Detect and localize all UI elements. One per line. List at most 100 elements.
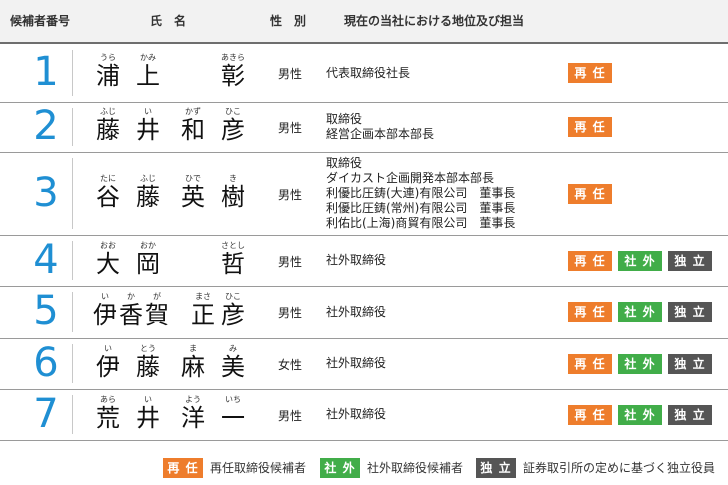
column-divider [72,292,73,332]
column-divider [72,395,73,434]
name-kanji: 和 [181,116,205,144]
table-row: 1 うら浦かみ上 あきら彰 男性 代表取締役社長 再 任 [0,44,728,102]
legend-label: 再任取締役候補者 [210,461,307,475]
name-character: あきら彰 [216,52,250,89]
reappointment-badge: 再 任 [568,117,612,137]
reappointment-badge: 再 任 [568,302,612,322]
header-number: 候補者番号 [10,14,71,28]
name-character: とう藤 [131,343,165,380]
independent-badge: 独 立 [668,251,712,271]
candidate-position: 取締役 経営企画本部本部長 [326,112,434,142]
position-line: 取締役 [326,112,363,126]
name-character: あら荒 [91,394,125,431]
name-character: が賀 [140,291,174,328]
position-line: 取締役 [326,156,363,170]
column-divider [72,158,73,229]
name-kanji: 樹 [221,183,245,211]
name-character: かず和 [176,106,210,143]
independent-badge: 独 立 [668,354,712,374]
candidate-position: 取締役 ダイカスト企画開発本部本部長 利優比圧鋳(大連)有限公司 董事長 利優比圧鋳(… [326,156,515,231]
table-row: 3 たに谷ふじ藤ひで英き樹 男性 取締役 ダイカスト企画開発本部本部長 利優比圧鋳(大連)… [0,152,728,235]
independent-badge: 独 立 [668,302,712,322]
reappointment-badge: 再 任 [568,184,612,204]
name-character: ま麻 [176,343,210,380]
candidate-gender: 男性 [278,188,303,202]
name-character: うら浦 [91,52,125,89]
name-character: たに谷 [91,173,125,210]
outside-badge: 社 外 [618,354,662,374]
name-character: まさ正 [186,291,220,328]
name-kanji: 彰 [221,62,245,90]
candidate-position: 社外取締役 [326,356,386,371]
name-kanji: 英 [181,183,205,211]
candidate-number: 1 [33,49,59,95]
reappointment-badge: 再 任 [568,251,612,271]
name-character: ひこ彦 [216,291,250,328]
name-character: い井 [131,394,165,431]
name-kanji: 大 [96,250,120,278]
position-line: 代表取締役社長 [326,66,411,80]
name-kanji: 哲 [221,250,245,278]
name-kanji: 麻 [181,353,205,381]
column-divider [72,344,73,383]
name-kanji: 藤 [136,353,160,381]
table-row: 5 い伊か香が賀まさ正ひこ彦男性 社外取締役再 任社 外独 立 [0,286,728,338]
name-kanji: 井 [136,116,160,144]
name-kanji: 賀 [145,301,169,329]
candidate-gender: 男性 [278,255,303,269]
candidate-number: 6 [33,340,59,386]
row-divider [0,440,728,441]
legend-label: 証券取引所の定めに基づく独立役員 [523,461,716,475]
reappointment-badge: 再 任 [163,458,203,478]
name-character: ふじ藤 [91,106,125,143]
candidate-position: 社外取締役 [326,305,386,320]
name-kanji: 藤 [136,183,160,211]
position-line: 社外取締役 [326,356,387,370]
table-row: 4 おお大おか岡 さとし哲 男性 社外取締役 再 任社 外独 立 [0,235,728,286]
name-kanji: 美 [221,353,245,381]
name-character: さとし哲 [216,240,250,277]
name-kanji: 浦 [96,62,120,90]
candidate-gender: 男性 [278,67,303,81]
table-row: 2 ふじ藤い井かず和ひこ彦 男性 取締役 経営企画本部本部長 再 任 [0,102,728,152]
name-kanji: 彦 [221,116,245,144]
name-character: ふじ藤 [131,173,165,210]
reappointment-badge: 再 任 [568,354,612,374]
name-kanji: 荒 [96,404,120,432]
position-line: 社外取締役 [326,305,387,319]
name-kanji: 伊 [96,353,120,381]
header-position: 現在の当社における地位及び担当 [344,14,525,28]
name-character: み美 [216,343,250,380]
position-line: 経営企画本部本部長 [326,127,435,141]
name-character: おお大 [91,240,125,277]
candidate-number: 2 [33,103,59,149]
outside-badge: 社 外 [618,302,662,322]
column-divider [72,108,73,146]
legend-label: 社外取締役候補者 [367,461,464,475]
name-kanji: 上 [136,62,160,90]
column-divider [72,241,73,280]
column-divider [72,50,73,96]
position-line: 社外取締役 [326,407,387,421]
name-character: おか岡 [131,240,165,277]
name-character: い伊 [91,343,125,380]
candidate-gender: 女性 [278,358,303,372]
candidate-position: 社外取締役 [326,407,386,422]
candidate-number: 3 [33,170,59,216]
candidate-gender: 男性 [278,306,303,320]
name-character: き樹 [216,173,250,210]
name-kanji: 洋 [181,404,205,432]
candidate-position: 社外取締役 [326,253,386,268]
independent-badge: 独 立 [476,458,516,478]
independent-badge: 独 立 [668,405,712,425]
name-kanji: 井 [136,404,160,432]
candidate-number: 7 [33,391,59,437]
name-character: い井 [131,106,165,143]
name-kanji: 正 [191,301,215,329]
table-row: 7 あら荒い井よう洋いち一 男性 社外取締役 再 任社 外独 立 [0,389,728,440]
header-name: 氏 名 [150,14,187,28]
name-character: よう洋 [176,394,210,431]
name-kanji: 谷 [96,183,120,211]
candidate-number: 4 [33,237,59,283]
name-kanji: 藤 [96,116,120,144]
